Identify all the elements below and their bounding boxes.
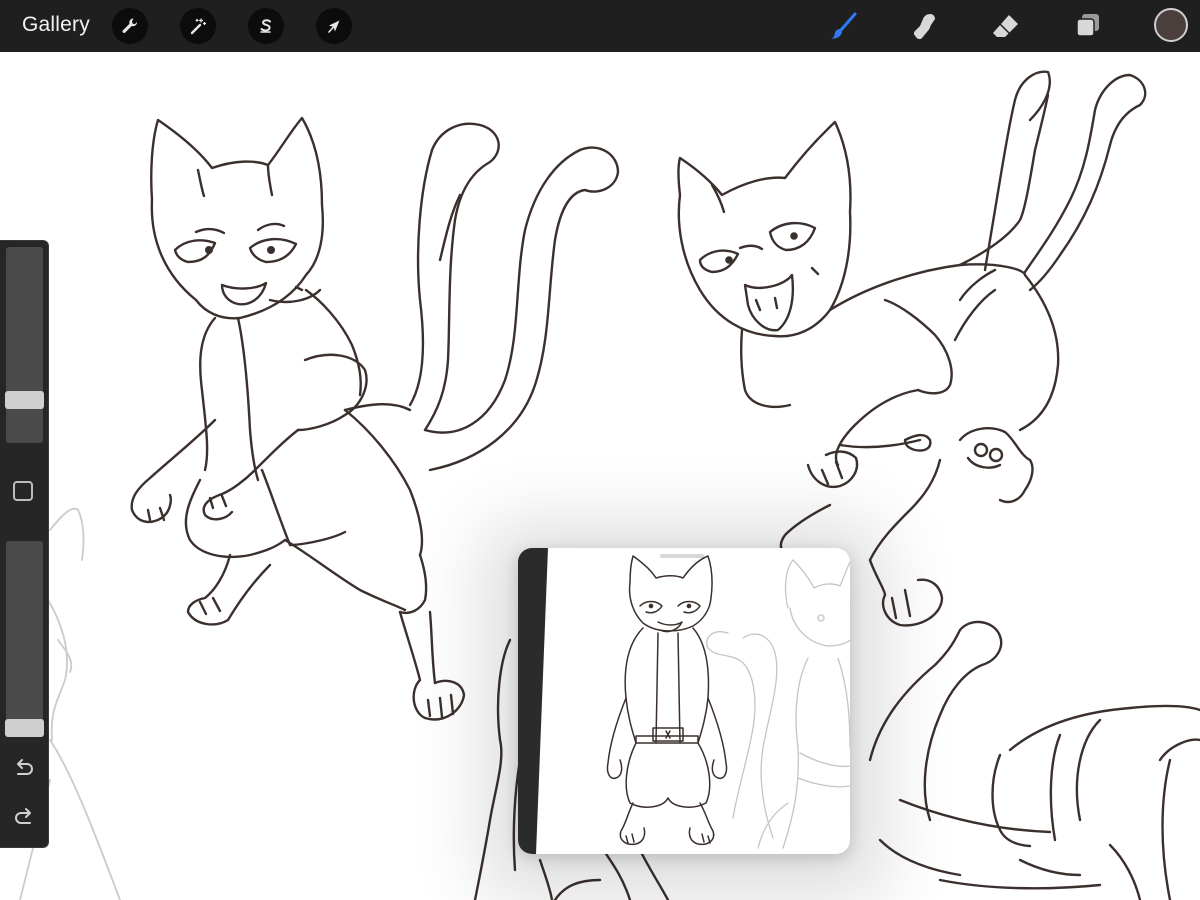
eraser-icon: [993, 15, 1018, 37]
adjustments-button[interactable]: [180, 8, 216, 44]
top-toolbar: Gallery: [0, 0, 1200, 53]
reference-image: [606, 555, 850, 849]
reference-main-cat: [606, 555, 728, 846]
brush-icon: [831, 12, 857, 39]
transform-button[interactable]: [316, 8, 352, 44]
smudge-finger-icon: [913, 14, 935, 40]
wrench-icon: [122, 18, 138, 33]
redo-icon: [15, 808, 31, 824]
brush-size-slider[interactable]: [5, 247, 44, 443]
color-picker-button[interactable]: [1154, 8, 1188, 42]
redo-button[interactable]: [11, 805, 37, 831]
opacity-thumb[interactable]: [5, 719, 44, 737]
smudge-tool-button[interactable]: [906, 8, 942, 44]
cat-bottom-right: [868, 620, 1200, 900]
reference-window[interactable]: [518, 548, 850, 854]
cat-right: [677, 70, 1147, 627]
layers-icon: [1076, 14, 1099, 37]
selection-s-icon: [260, 19, 271, 33]
undo-icon: [17, 759, 33, 775]
layers-button[interactable]: [1070, 8, 1106, 44]
opacity-slider[interactable]: [5, 541, 44, 737]
square-modify-icon[interactable]: [13, 481, 33, 501]
brush-size-thumb[interactable]: [5, 391, 44, 409]
left-sidebar: [0, 240, 49, 848]
gallery-button[interactable]: Gallery: [22, 13, 90, 37]
reference-faint-cat: [706, 559, 850, 849]
arrow-cursor-icon: [328, 20, 340, 33]
actions-button[interactable]: [112, 8, 148, 44]
brush-tool-button[interactable]: [826, 8, 862, 44]
selection-button[interactable]: [248, 8, 284, 44]
undo-button[interactable]: [11, 756, 37, 782]
eraser-tool-button[interactable]: [988, 8, 1024, 44]
magic-wand-icon: [190, 18, 207, 35]
